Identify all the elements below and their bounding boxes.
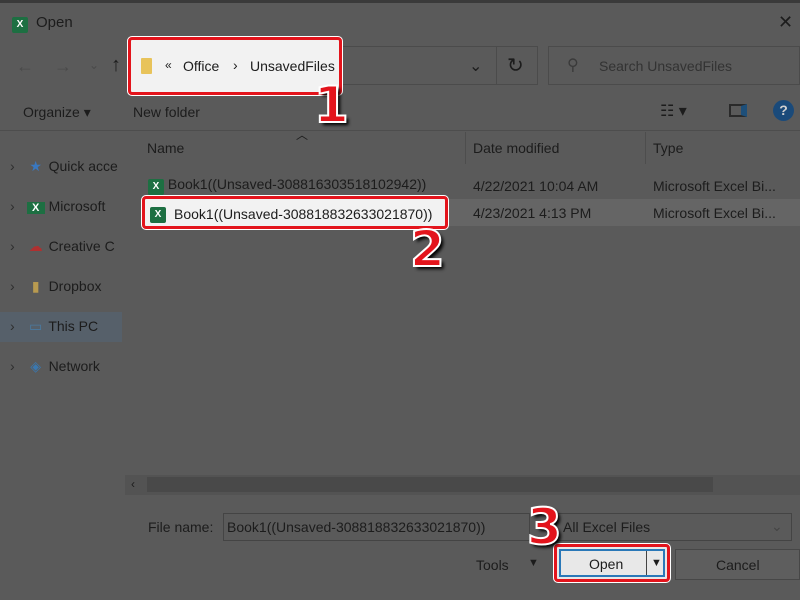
scrollbar-thumb[interactable] xyxy=(147,477,713,492)
address-bar[interactable]: « Office › UnsavedFiles xyxy=(128,37,342,95)
column-name[interactable]: Name xyxy=(147,140,184,156)
new-folder-button[interactable]: New folder xyxy=(133,104,200,120)
file-type-value: All Excel Files xyxy=(563,519,651,535)
open-button[interactable]: Open ▼ xyxy=(559,549,665,577)
window-title: Open xyxy=(36,14,73,31)
file-date: 4/23/2021 4:13 PM xyxy=(473,205,592,221)
file-type: Microsoft Excel Bi... xyxy=(653,205,776,221)
network-icon: ◈ xyxy=(30,358,42,374)
close-button[interactable]: ✕ xyxy=(778,12,793,33)
tools-button[interactable]: Tools xyxy=(476,557,509,573)
breadcrumb-unsavedfiles[interactable]: UnsavedFiles xyxy=(250,58,335,74)
forward-arrow-icon[interactable]: → xyxy=(54,56,72,77)
scroll-left-icon[interactable]: ‹ xyxy=(131,477,135,491)
sidebar-item[interactable]: › ▮ Dropbox xyxy=(10,278,101,295)
overflow-icon[interactable]: « xyxy=(165,58,172,72)
breadcrumb-separator: › xyxy=(233,57,238,73)
tools-dropdown-icon[interactable]: ▼ xyxy=(528,557,539,569)
cancel-label: Cancel xyxy=(716,557,760,573)
file-name: Book1((Unsaved-308816303518102942)) xyxy=(167,176,427,192)
excel-app-icon: X xyxy=(12,14,28,33)
refresh-icon: ↻ xyxy=(507,55,524,77)
file-date: 4/22/2021 10:04 AM xyxy=(473,178,599,194)
chevron-down-icon: ⌄ xyxy=(771,518,783,534)
help-icon[interactable]: ? xyxy=(773,100,794,121)
file-row[interactable]: X Book1((Unsaved-308816303518102942)) xyxy=(148,176,426,195)
file-name: Book1((Unsaved-308818832633021870)) xyxy=(174,206,433,222)
annotation-1: 1 xyxy=(313,76,350,134)
file-type-select[interactable]: All Excel Files ⌄ xyxy=(556,513,792,541)
file-name-label: File name: xyxy=(148,519,214,535)
sidebar-item-label: Quick acce xyxy=(48,158,118,174)
view-options-icon[interactable]: ☷ ▾ xyxy=(660,101,687,121)
open-dropdown-icon[interactable]: ▼ xyxy=(651,557,662,569)
organize-button[interactable]: Organize ▾ xyxy=(23,104,91,121)
annotation-3: 3 xyxy=(526,498,563,556)
search-input[interactable]: ⚲ Search UnsavedFiles xyxy=(548,46,800,85)
expand-chevron-icon[interactable]: › xyxy=(10,238,15,254)
recent-chevron-icon[interactable]: ⌄ xyxy=(89,58,99,72)
sort-arrow-icon: ︿ xyxy=(296,128,309,142)
annotation-2: 2 xyxy=(409,220,446,278)
divider xyxy=(0,130,800,131)
search-placeholder: Search UnsavedFiles xyxy=(599,58,733,74)
column-type[interactable]: Type xyxy=(653,140,683,156)
expand-chevron-icon[interactable]: › xyxy=(10,278,15,294)
breadcrumb-office[interactable]: Office xyxy=(183,58,219,74)
search-icon: ⚲ xyxy=(567,57,579,74)
sidebar-item-label: Creative C xyxy=(48,238,115,254)
up-arrow-icon[interactable]: ↑ xyxy=(111,54,121,77)
horizontal-scrollbar[interactable]: ‹ xyxy=(125,475,800,495)
file-type: Microsoft Excel Bi... xyxy=(653,178,776,194)
computer-icon: ▭ xyxy=(29,318,43,334)
sidebar-item[interactable]: › ☁ Creative C xyxy=(10,238,115,255)
file-name-value: Book1((Unsaved-308818832633021870)) xyxy=(227,519,486,535)
sidebar-item[interactable]: › ◈ Network xyxy=(10,358,100,375)
sidebar-item[interactable]: › ★ Quick acce xyxy=(10,158,118,175)
column-date-modified[interactable]: Date modified xyxy=(473,140,559,156)
back-arrow-icon[interactable]: ← xyxy=(16,56,34,77)
sidebar-item[interactable]: › ▭ This PC xyxy=(10,318,98,335)
sidebar-item-label: Dropbox xyxy=(48,278,102,294)
refresh-button[interactable]: ↻ xyxy=(496,46,536,85)
expand-chevron-icon[interactable]: › xyxy=(10,318,15,334)
creative-cloud-icon: ☁ xyxy=(28,238,43,254)
star-icon: ★ xyxy=(29,158,42,174)
address-dropdown-icon[interactable]: ⌄ xyxy=(469,56,482,76)
open-button-highlight: Open ▼ xyxy=(554,544,670,582)
expand-chevron-icon[interactable]: › xyxy=(10,158,15,174)
sidebar-item[interactable]: › X Microsoft xyxy=(10,198,105,214)
cancel-button[interactable]: Cancel xyxy=(675,549,800,580)
folder-icon: ▮ xyxy=(31,278,40,294)
column-divider xyxy=(465,132,466,164)
sidebar-item-label: Microsoft xyxy=(48,198,106,214)
sidebar-item-label: This PC xyxy=(48,318,99,334)
top-border xyxy=(0,0,800,3)
excel-icon: X xyxy=(26,202,45,214)
excel-file-icon: X xyxy=(150,204,166,223)
sidebar-item-label: Network xyxy=(48,358,100,374)
expand-chevron-icon[interactable]: › xyxy=(10,198,15,214)
file-name-input[interactable]: Book1((Unsaved-308818832633021870)) xyxy=(223,513,530,541)
file-row-selected[interactable]: X Book1((Unsaved-308818832633021870)) xyxy=(142,196,448,229)
expand-chevron-icon[interactable]: › xyxy=(10,358,15,374)
preview-pane-icon[interactable] xyxy=(729,104,747,117)
column-divider xyxy=(645,132,646,164)
folder-icon xyxy=(141,58,152,74)
open-label: Open xyxy=(589,556,624,572)
